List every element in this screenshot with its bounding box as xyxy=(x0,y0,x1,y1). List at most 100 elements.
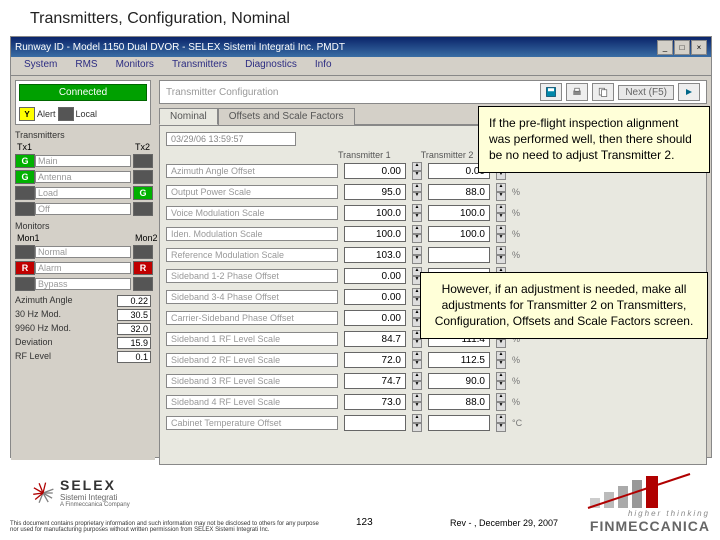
forward-icon[interactable] xyxy=(678,83,700,101)
tab-offsets[interactable]: Offsets and Scale Factors xyxy=(218,108,355,125)
tx2-load-led: G xyxy=(133,186,153,200)
spinner-buttons[interactable]: ▲▼ xyxy=(496,372,506,390)
param-row: Iden. Modulation Scale 100.0 ▲▼ 100.0 ▲▼% xyxy=(166,225,700,243)
param-tx1-value[interactable]: 72.0 xyxy=(344,352,406,368)
menubar: System RMS Monitors Transmitters Diagnos… xyxy=(11,57,711,76)
menu-system[interactable]: System xyxy=(15,57,66,75)
mon2-header: Mon2 xyxy=(133,233,151,243)
param-tx1-value[interactable]: 0.00 xyxy=(344,310,406,326)
param-unit: % xyxy=(512,229,526,239)
config-header: Transmitter Configuration Next (F5) xyxy=(159,80,707,104)
param-tx2-value[interactable]: 90.0 xyxy=(428,373,490,389)
spinner-buttons[interactable]: ▲▼ xyxy=(412,204,422,222)
tx1-load-led xyxy=(15,186,35,200)
spinner-buttons[interactable]: ▲▼ xyxy=(496,351,506,369)
menu-rms[interactable]: RMS xyxy=(66,57,106,75)
menu-transmitters[interactable]: Transmitters xyxy=(163,57,236,75)
param-label: Sideband 1-2 Phase Offset xyxy=(166,269,338,283)
next-button[interactable]: Next (F5) xyxy=(618,85,674,100)
spinner-buttons[interactable]: ▲▼ xyxy=(412,351,422,369)
local-label: Local xyxy=(76,109,98,119)
page-number: 123 xyxy=(356,517,373,528)
param-unit: % xyxy=(512,397,526,407)
param-tx2-value[interactable]: 88.0 xyxy=(428,184,490,200)
param-row: Reference Modulation Scale103.0▲▼▲▼% xyxy=(166,246,700,264)
footer: SELEX Sistemi Integrati A Finmeccanica C… xyxy=(0,466,720,540)
param-unit: °C xyxy=(512,418,526,428)
tx1-main-led: G xyxy=(15,154,35,168)
param-tx1-value[interactable]: 73.0 xyxy=(344,394,406,410)
transmitters-header: Transmitters xyxy=(15,130,151,140)
tx2-header: Tx2 xyxy=(133,142,151,152)
print-icon[interactable] xyxy=(566,83,588,101)
mon1-alarm-led: R xyxy=(15,261,35,275)
tx1-off-led xyxy=(15,202,35,216)
param-tx1-value[interactable]: 100.0 xyxy=(344,205,406,221)
spinner-buttons[interactable]: ▲▼ xyxy=(412,183,422,201)
maximize-button[interactable]: □ xyxy=(674,40,690,55)
tab-nominal[interactable]: Nominal xyxy=(159,108,218,125)
spinner-buttons[interactable]: ▲▼ xyxy=(496,204,506,222)
param-tx2-value[interactable]: 100.0 xyxy=(428,226,490,242)
param-tx1-value[interactable]: 103.0 xyxy=(344,247,406,263)
spinner-buttons[interactable]: ▲▼ xyxy=(496,414,506,432)
param-tx1-value[interactable]: 0.00 xyxy=(344,268,406,284)
finmeccanica-logo: higher thinking FINMECCANICA xyxy=(590,509,710,534)
spinner-buttons[interactable]: ▲▼ xyxy=(412,162,422,180)
tx2-main-led xyxy=(133,154,153,168)
connected-indicator: Connected xyxy=(19,84,147,101)
mon-normal-label: Normal xyxy=(35,246,131,258)
param-tx1-value[interactable]: 0.00 xyxy=(344,163,406,179)
param-tx2-value[interactable] xyxy=(428,415,490,431)
finmeccanica-text: FINMECCANICA xyxy=(590,518,710,534)
mon2-bypass-led xyxy=(133,277,153,291)
spinner-buttons[interactable]: ▲▼ xyxy=(496,225,506,243)
close-button[interactable]: × xyxy=(691,40,707,55)
spinner-buttons[interactable]: ▲▼ xyxy=(412,414,422,432)
param-label: Reference Modulation Scale xyxy=(166,248,338,262)
deviation-value: 15.9 xyxy=(117,337,151,349)
hz30-label: 30 Hz Mod. xyxy=(15,309,115,321)
col-tx2: Transmitter 2 xyxy=(421,150,474,160)
save-icon[interactable] xyxy=(540,83,562,101)
spinner-buttons[interactable]: ▲▼ xyxy=(412,246,422,264)
hz9960-value: 32.0 xyxy=(117,323,151,335)
tx1-header: Tx1 xyxy=(15,142,33,152)
disclaimer-text: This document contains proprietary infor… xyxy=(10,521,320,534)
spinner-buttons[interactable]: ▲▼ xyxy=(412,225,422,243)
spinner-buttons[interactable]: ▲▼ xyxy=(496,183,506,201)
param-label: Carrier-Sideband Phase Offset xyxy=(166,311,338,325)
deviation-label: Deviation xyxy=(15,337,115,349)
param-tx2-value[interactable]: 88.0 xyxy=(428,394,490,410)
param-tx2-value[interactable]: 100.0 xyxy=(428,205,490,221)
selex-logo-sub: Sistemi Integrati xyxy=(60,493,130,502)
param-tx1-value[interactable]: 0.00 xyxy=(344,289,406,305)
param-tx2-value[interactable] xyxy=(428,247,490,263)
window-title: Runway ID - Model 1150 Dual DVOR - SELEX… xyxy=(15,42,345,53)
param-row: Voice Modulation Scale100.0▲▼100.0▲▼% xyxy=(166,204,700,222)
spinner-buttons[interactable]: ▲▼ xyxy=(496,246,506,264)
param-tx1-value[interactable]: 100.0 xyxy=(344,226,406,242)
finmeccanica-tagline: higher thinking xyxy=(590,509,710,518)
copy-icon[interactable] xyxy=(592,83,614,101)
param-tx2-value[interactable]: 112.5 xyxy=(428,352,490,368)
spinner-buttons[interactable]: ▲▼ xyxy=(412,372,422,390)
minimize-button[interactable]: _ xyxy=(657,40,673,55)
param-tx1-value[interactable]: 84.7 xyxy=(344,331,406,347)
menu-monitors[interactable]: Monitors xyxy=(107,57,163,75)
config-title: Transmitter Configuration xyxy=(166,87,278,98)
param-label: Sideband 4 RF Level Scale xyxy=(166,395,338,409)
param-tx1-value[interactable] xyxy=(344,415,406,431)
menu-diagnostics[interactable]: Diagnostics xyxy=(236,57,306,75)
param-tx1-value[interactable]: 95.0 xyxy=(344,184,406,200)
spinner-buttons[interactable]: ▲▼ xyxy=(412,393,422,411)
mon2-alarm-led: R xyxy=(133,261,153,275)
param-tx1-value[interactable]: 74.7 xyxy=(344,373,406,389)
spinner-buttons[interactable]: ▲▼ xyxy=(496,393,506,411)
param-label: Iden. Modulation Scale xyxy=(166,227,338,241)
col-tx1: Transmitter 1 xyxy=(338,150,391,160)
hz9960-label: 9960 Hz Mod. xyxy=(15,323,115,335)
callout-adjustment: However, if an adjustment is needed, mak… xyxy=(420,272,708,339)
menu-info[interactable]: Info xyxy=(306,57,341,75)
param-unit: % xyxy=(512,376,526,386)
